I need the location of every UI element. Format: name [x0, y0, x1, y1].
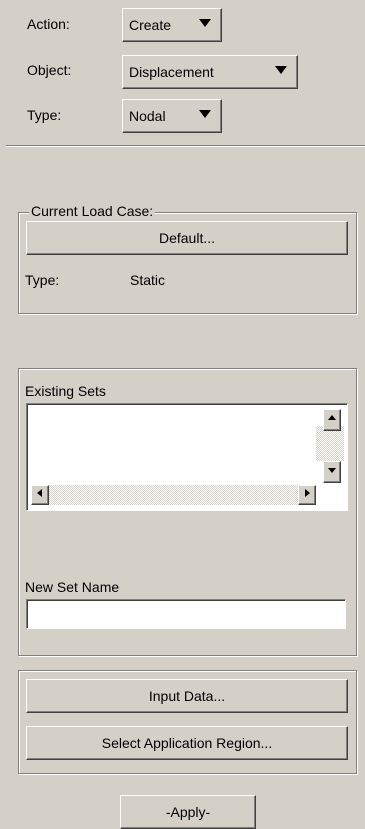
- type-label: Type:: [27, 107, 62, 123]
- existing-sets-label: Existing Sets: [25, 383, 106, 399]
- object-option-menu[interactable]: Displacement: [122, 55, 298, 89]
- new-set-name-input[interactable]: [26, 599, 346, 629]
- action-label: Action:: [27, 16, 70, 32]
- scroll-up-button[interactable]: [323, 409, 341, 431]
- apply-button[interactable]: -Apply-: [120, 795, 256, 829]
- load-case-default-button[interactable]: Default...: [26, 221, 348, 255]
- existing-sets-vscroll-track[interactable]: [316, 426, 344, 461]
- scroll-right-icon: [305, 489, 310, 497]
- existing-sets-hscroll-track[interactable]: [48, 485, 299, 505]
- scroll-up-icon: [328, 415, 336, 420]
- scroll-right-button[interactable]: [298, 485, 316, 505]
- load-case-title: Current Load Case:: [29, 203, 156, 219]
- dropdown-arrow-icon: [275, 66, 287, 74]
- load-case-type-label: Type:: [25, 272, 60, 288]
- object-label: Object:: [27, 62, 72, 78]
- select-application-region-button[interactable]: Select Application Region...: [26, 726, 348, 760]
- input-data-button[interactable]: Input Data...: [26, 679, 348, 713]
- scroll-left-button[interactable]: [31, 485, 49, 505]
- action-option-menu[interactable]: Create: [122, 8, 222, 42]
- scroll-down-icon: [328, 468, 336, 473]
- type-value: Nodal: [129, 108, 166, 124]
- load-case-type-value: Static: [130, 272, 166, 288]
- dropdown-arrow-icon: [199, 19, 211, 27]
- scroll-left-icon: [37, 489, 42, 497]
- action-value: Create: [129, 17, 172, 33]
- scroll-down-button[interactable]: [323, 461, 341, 483]
- dropdown-arrow-icon: [199, 110, 211, 118]
- object-value: Displacement: [129, 64, 214, 80]
- type-option-menu[interactable]: Nodal: [122, 99, 222, 133]
- top-separator: [6, 145, 365, 147]
- new-set-name-label: New Set Name: [25, 579, 120, 595]
